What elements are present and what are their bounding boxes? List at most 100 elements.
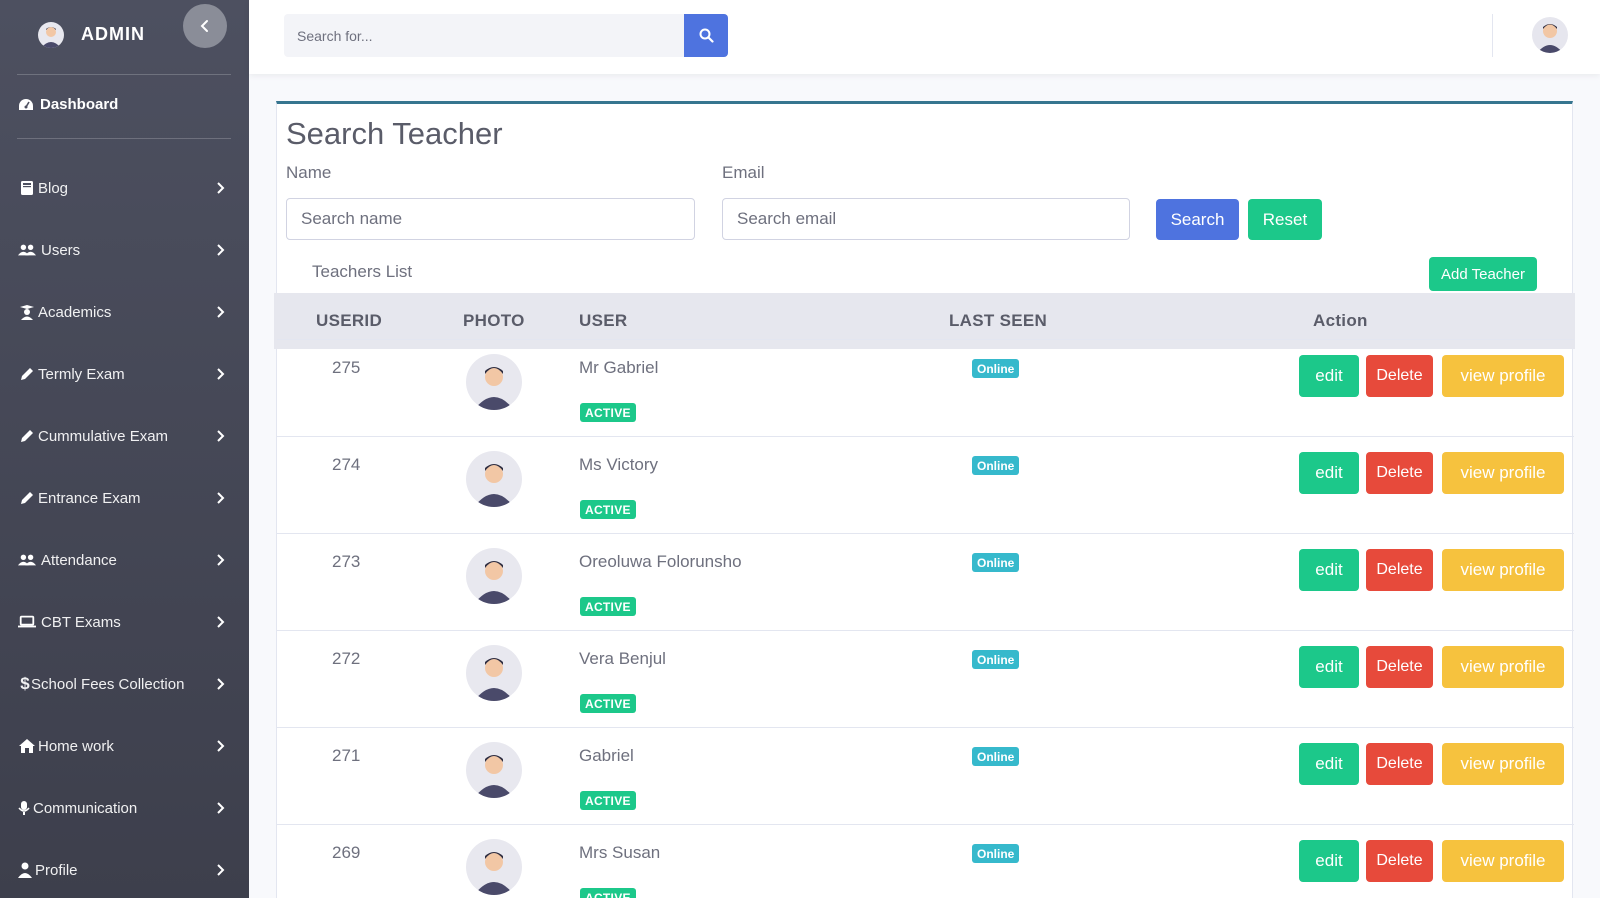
laptop-icon bbox=[18, 613, 36, 631]
userid-cell: 275 bbox=[332, 358, 361, 377]
search-teacher-card: Search Teacher Name Email Search Reset T… bbox=[274, 101, 1575, 898]
sidebar-item-label: Communication bbox=[33, 799, 138, 817]
microphone-icon bbox=[15, 799, 33, 817]
view-profile-button[interactable]: view profile bbox=[1442, 840, 1564, 882]
sidebar-collapse-button[interactable] bbox=[183, 4, 227, 48]
teacher-name: Vera Benjul bbox=[579, 649, 666, 668]
column-header-action[interactable]: Action bbox=[1313, 311, 1368, 331]
column-header-userid[interactable]: USERID bbox=[316, 311, 382, 331]
chevron-right-icon bbox=[214, 737, 226, 755]
status-badge: ACTIVE bbox=[580, 791, 636, 810]
sidebar-divider bbox=[17, 74, 231, 75]
edit-button[interactable]: edit bbox=[1299, 549, 1359, 591]
delete-button[interactable]: Delete bbox=[1366, 646, 1433, 688]
sidebar-item-entrance-exam[interactable]: Entrance Exam bbox=[0, 478, 249, 518]
reset-button[interactable]: Reset bbox=[1248, 199, 1322, 240]
chevron-right-icon bbox=[214, 799, 226, 817]
name-search-input[interactable] bbox=[286, 198, 695, 240]
edit-button[interactable]: edit bbox=[1299, 646, 1359, 688]
sidebar-item-academics[interactable]: Academics bbox=[0, 292, 249, 332]
view-profile-button[interactable]: view profile bbox=[1442, 549, 1564, 591]
sidebar-item-label: Termly Exam bbox=[38, 365, 125, 383]
column-header-last-seen[interactable]: LAST SEEN bbox=[949, 311, 1047, 331]
delete-button[interactable]: Delete bbox=[1366, 549, 1433, 591]
column-header-photo[interactable]: PHOTO bbox=[463, 311, 525, 331]
teacher-photo bbox=[466, 451, 522, 507]
sidebar-item-home-work[interactable]: Home work bbox=[0, 726, 249, 766]
chevron-right-icon bbox=[214, 427, 226, 445]
sidebar-item-label: Dashboard bbox=[40, 96, 119, 113]
topbar bbox=[249, 0, 1600, 74]
table-row: 271 Gabriel ACTIVE Online edit Delete vi… bbox=[277, 727, 1574, 826]
chevron-right-icon bbox=[214, 179, 226, 197]
userid-cell: 271 bbox=[332, 746, 361, 765]
users-icon bbox=[18, 551, 36, 569]
pencil-icon bbox=[18, 365, 36, 383]
sidebar-item-users[interactable]: Users bbox=[0, 230, 249, 270]
chevron-right-icon bbox=[214, 861, 226, 879]
sidebar-item-label: Blog bbox=[38, 179, 69, 197]
column-header-user[interactable]: USER bbox=[579, 311, 627, 331]
status-badge: ACTIVE bbox=[580, 403, 636, 422]
teacher-name: Gabriel bbox=[579, 746, 634, 765]
search-icon bbox=[699, 28, 714, 43]
view-profile-button[interactable]: view profile bbox=[1442, 355, 1564, 397]
chevron-right-icon bbox=[214, 613, 226, 631]
name-label: Name bbox=[286, 163, 332, 182]
view-profile-button[interactable]: view profile bbox=[1442, 743, 1564, 785]
chevron-right-icon bbox=[214, 489, 226, 507]
delete-button[interactable]: Delete bbox=[1366, 840, 1433, 882]
pencil-icon bbox=[18, 427, 36, 445]
sidebar-item-label: Users bbox=[41, 241, 81, 259]
topbar-search bbox=[284, 14, 728, 57]
last-seen-badge: Online bbox=[972, 359, 1020, 378]
userid-cell: 273 bbox=[332, 552, 361, 571]
sidebar-item-blog[interactable]: Blog bbox=[0, 168, 249, 208]
user-avatar[interactable] bbox=[1532, 17, 1568, 53]
search-button[interactable]: Search bbox=[1156, 199, 1239, 240]
delete-button[interactable]: Delete bbox=[1366, 452, 1433, 494]
add-teacher-button[interactable]: Add Teacher bbox=[1429, 257, 1537, 291]
teacher-photo bbox=[466, 354, 522, 410]
chevron-right-icon bbox=[214, 675, 226, 693]
sidebar-item-attendance[interactable]: Attendance bbox=[0, 540, 249, 580]
view-profile-button[interactable]: view profile bbox=[1442, 646, 1564, 688]
tachometer-icon bbox=[19, 98, 33, 110]
userid-cell: 269 bbox=[332, 843, 361, 862]
view-profile-button[interactable]: view profile bbox=[1442, 452, 1564, 494]
sidebar-item-termly-exam[interactable]: Termly Exam bbox=[0, 354, 249, 394]
email-label: Email bbox=[722, 163, 765, 182]
sidebar-item-dashboard[interactable]: Dashboard bbox=[18, 96, 118, 113]
table-row: 273 Oreoluwa Folorunsho ACTIVE Online ed… bbox=[277, 533, 1574, 632]
edit-button[interactable]: edit bbox=[1299, 452, 1359, 494]
status-badge: ACTIVE bbox=[580, 597, 636, 616]
last-seen-badge: Online bbox=[972, 844, 1020, 863]
status-badge: ACTIVE bbox=[580, 888, 636, 898]
email-search-input[interactable] bbox=[722, 198, 1130, 240]
edit-button[interactable]: edit bbox=[1299, 355, 1359, 397]
edit-button[interactable]: edit bbox=[1299, 743, 1359, 785]
status-badge: ACTIVE bbox=[580, 694, 636, 713]
teacher-name: Ms Victory bbox=[579, 455, 659, 474]
book-icon bbox=[18, 179, 36, 197]
sidebar-item-school-fees[interactable]: $ School Fees Collection bbox=[0, 664, 249, 704]
users-icon bbox=[18, 241, 36, 259]
page-title: Search Teacher bbox=[286, 116, 503, 151]
sidebar-item-profile[interactable]: Profile bbox=[0, 850, 249, 890]
sidebar-item-communication[interactable]: Communication bbox=[0, 788, 249, 828]
chevron-right-icon bbox=[214, 551, 226, 569]
topbar-search-input[interactable] bbox=[284, 14, 684, 57]
sidebar-item-label: School Fees Collection bbox=[31, 675, 185, 693]
last-seen-badge: Online bbox=[972, 650, 1020, 669]
delete-button[interactable]: Delete bbox=[1366, 743, 1433, 785]
sidebar-item-cummulative-exam[interactable]: Cummulative Exam bbox=[0, 416, 249, 456]
table-row: 269 Mrs Susan ACTIVE Online edit Delete … bbox=[277, 824, 1574, 898]
teachers-list-label: Teachers List bbox=[312, 262, 413, 281]
sidebar-item-cbt-exams[interactable]: CBT Exams bbox=[0, 602, 249, 642]
edit-button[interactable]: edit bbox=[1299, 840, 1359, 882]
teacher-photo bbox=[466, 548, 522, 604]
userid-cell: 272 bbox=[332, 649, 361, 668]
delete-button[interactable]: Delete bbox=[1366, 355, 1433, 397]
chevron-right-icon bbox=[214, 303, 226, 321]
topbar-search-button[interactable] bbox=[684, 14, 728, 57]
